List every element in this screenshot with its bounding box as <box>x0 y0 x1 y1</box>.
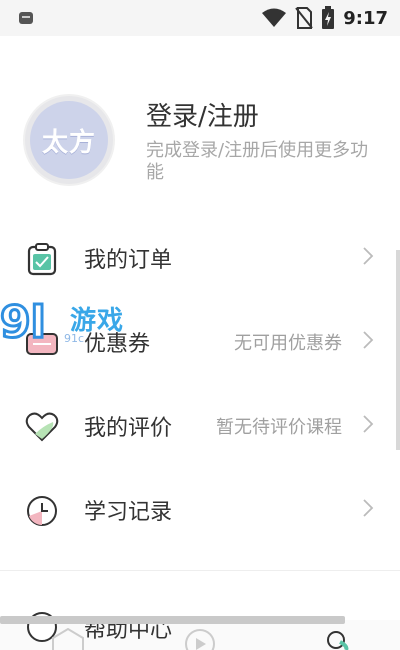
login-subtitle: 完成登录/注册后使用更多功能 <box>146 140 369 183</box>
chevron-right-icon <box>363 499 374 517</box>
status-bar: 9:17 <box>0 0 400 36</box>
menu-list: 我的订单 优惠券 无可用优惠券 我的评价 暂无待评价课程 学习记录 <box>0 215 400 551</box>
menu-item-reviews[interactable]: 我的评价 暂无待评价课程 <box>0 383 400 467</box>
status-right: 9:17 <box>261 6 388 30</box>
menu-hint-coupons: 无可用优惠券 <box>234 333 342 354</box>
chevron-right-icon <box>363 247 374 265</box>
scrollbar-horizontal[interactable] <box>0 616 345 624</box>
login-register-title[interactable]: 登录/注册 <box>146 96 259 133</box>
battery-charging-icon <box>322 6 335 29</box>
wifi-icon <box>262 8 287 27</box>
avatar-text: 太方 <box>30 101 108 179</box>
chevron-right-icon <box>363 331 374 349</box>
menu-item-history[interactable]: 学习记录 <box>0 467 400 551</box>
menu-label-orders: 我的订单 <box>84 248 173 273</box>
clock-time: 9:17 <box>343 7 388 29</box>
chevron-right-icon <box>363 415 374 433</box>
heart-icon <box>25 412 59 442</box>
scrollbar-vertical[interactable] <box>396 250 400 450</box>
menu-label-history: 学习记录 <box>84 500 173 525</box>
clock-icon <box>27 496 57 526</box>
watermark-number: 9l <box>0 297 47 348</box>
menu-item-orders[interactable]: 我的订单 <box>0 215 400 299</box>
section-divider <box>0 570 400 571</box>
menu-label-reviews: 我的评价 <box>84 416 173 441</box>
play-tab-icon[interactable] <box>180 628 220 650</box>
home-tab-icon[interactable] <box>48 628 88 650</box>
no-sim-icon <box>295 7 313 29</box>
watermark: 9l 游戏 91c <box>0 297 140 350</box>
menu-hint-reviews: 暂无待评价课程 <box>216 417 342 438</box>
watermark-small: 91c <box>64 332 85 345</box>
avatar[interactable]: 太方 <box>25 96 113 184</box>
clipboard-icon <box>27 243 57 276</box>
profile-tab-icon[interactable] <box>318 628 358 650</box>
profile-header[interactable]: 太方 登录/注册 完成登录/注册后使用更多功能 <box>0 80 400 200</box>
app-notification-icon <box>19 12 33 24</box>
